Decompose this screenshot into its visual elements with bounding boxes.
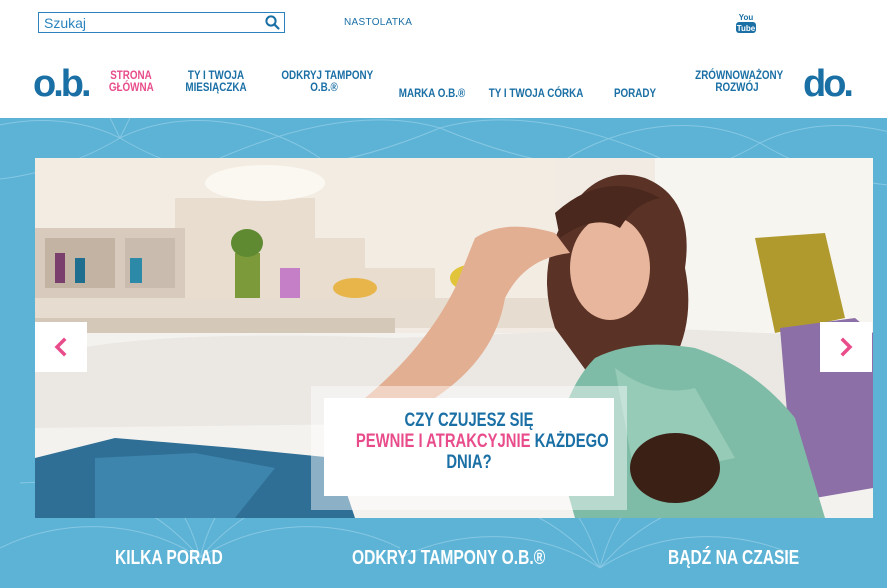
chevron-left-icon — [54, 337, 67, 357]
do-logo[interactable]: do. — [803, 64, 877, 104]
caption-line-2: PEWNIE I ATRAKCYJNIE KAŻDEGO — [355, 431, 609, 452]
search-box — [38, 12, 285, 33]
top-bar: NASTOLATKA You Tube — [0, 0, 887, 52]
slide-caption[interactable]: CZY CZUJESZ SIĘ PEWNIE I ATRAKCYJNIE KAŻ… — [324, 398, 614, 496]
caption-line-3: DNIA? — [446, 452, 492, 473]
nav-item-sustainability[interactable]: ZRÓWNOWAŻONY ROZWÓJ — [695, 69, 783, 94]
nav-item-tampons[interactable]: ODKRYJ TAMPONY O.B.® — [281, 69, 373, 94]
nav-label: TY I TWOJA CÓRKA — [488, 86, 584, 100]
nav-label: MIESIĄCZKA — [185, 80, 247, 94]
advice-link[interactable]: KILKA PORAD — [115, 547, 223, 570]
svg-text:Tube: Tube — [737, 24, 756, 33]
search-input[interactable] — [39, 13, 264, 32]
chevron-right-icon — [840, 337, 853, 357]
ob-logo[interactable]: o.b. — [33, 64, 99, 104]
nav-label: PORADY — [613, 86, 657, 100]
caption-line-2-rest: KAŻDEGO — [530, 431, 609, 452]
nav-item-advice[interactable]: PORADY — [611, 87, 659, 99]
discover-tampons-link[interactable]: ODKRYJ TAMPONY O.B.® — [352, 547, 545, 570]
svg-text:do.: do. — [803, 64, 851, 104]
nav-item-home[interactable]: STRONA GŁÓWNA — [108, 69, 154, 94]
slider-next-button[interactable] — [820, 322, 872, 372]
nav-item-daughter[interactable]: TY I TWOJA CÓRKA — [489, 87, 584, 99]
nav-label: MARKA O.B.® — [398, 86, 466, 100]
svg-text:o.b.: o.b. — [33, 64, 89, 104]
caption-line-1: CZY CZUJESZ SIĘ — [404, 410, 534, 431]
search-icon[interactable] — [264, 14, 281, 31]
main-nav: o.b. STRONA GŁÓWNA TY I TWOJA MIESIĄCZKA… — [0, 52, 887, 118]
slide-caption-frame: CZY CZUJESZ SIĘ PEWNIE I ATRAKCYJNIE KAŻ… — [311, 386, 627, 510]
svg-text:You: You — [739, 13, 754, 22]
nav-item-brand[interactable]: MARKA O.B.® — [397, 87, 468, 99]
teen-link[interactable]: NASTOLATKA — [344, 17, 412, 28]
slider-prev-button[interactable] — [35, 322, 87, 372]
nav-item-period[interactable]: TY I TWOJA MIESIĄCZKA — [183, 69, 249, 93]
youtube-icon[interactable]: You Tube — [734, 12, 758, 34]
caption-highlight: PEWNIE I ATRAKCYJNIE — [355, 431, 531, 452]
nav-label: GŁÓWNA — [108, 80, 154, 94]
nav-label: ROZWÓJ — [715, 80, 759, 94]
stay-on-time-link[interactable]: BĄDŹ NA CZASIE — [668, 547, 799, 570]
nav-label: O.B.® — [310, 80, 338, 94]
